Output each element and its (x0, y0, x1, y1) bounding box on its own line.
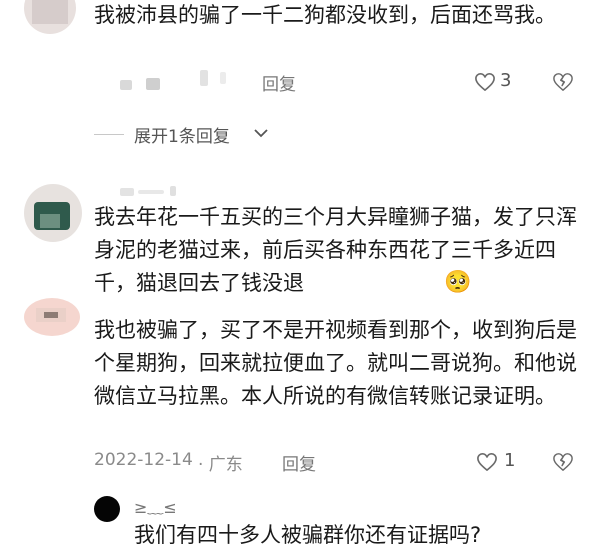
comment-text: 我被沛县的骗了一千二狗都没收到，后面还骂我。 (94, 3, 556, 27)
username-blur (146, 78, 160, 90)
expand-replies-button[interactable]: 展开1条回复 (134, 122, 230, 147)
username-blur (138, 190, 164, 194)
username-blur (120, 80, 132, 90)
like-count: 1 (504, 450, 516, 471)
emoji: 🥺 (444, 270, 472, 295)
heart-icon[interactable] (474, 72, 496, 92)
chevron-down-icon[interactable] (254, 128, 268, 138)
broken-heart-icon[interactable] (552, 452, 574, 472)
username-blur (170, 186, 176, 196)
reply-username: ≥﹏≤ (134, 498, 177, 517)
comment-location: · 广东 (198, 455, 243, 475)
reply-button[interactable]: 回复 (282, 450, 316, 475)
avatar[interactable] (94, 496, 120, 522)
broken-heart-icon[interactable] (552, 72, 574, 92)
divider-line (94, 134, 124, 135)
avatar[interactable] (24, 298, 80, 336)
username-blur (120, 188, 134, 196)
username-blur (200, 70, 208, 86)
username-blur (220, 72, 226, 84)
comment-text: 我也被骗了，买了不是开视频看到那个，收到狗后是个星期狗，回来就拉便血了。就叫二哥… (94, 318, 577, 408)
like-count: 3 (500, 70, 512, 91)
comment-date: 2022-12-14 (94, 450, 193, 470)
avatar[interactable] (24, 0, 76, 34)
reply-button[interactable]: 回复 (262, 70, 296, 95)
reply-text: 我们有四十多人被骗群你还有证据吗? (134, 523, 482, 547)
comment-text: 我去年花一千五买的三个月大异瞳狮子猫，发了只浑身泥的老猫过来，前后买各种东西花了… (94, 205, 577, 295)
heart-icon[interactable] (476, 452, 498, 472)
avatar[interactable] (24, 184, 82, 242)
